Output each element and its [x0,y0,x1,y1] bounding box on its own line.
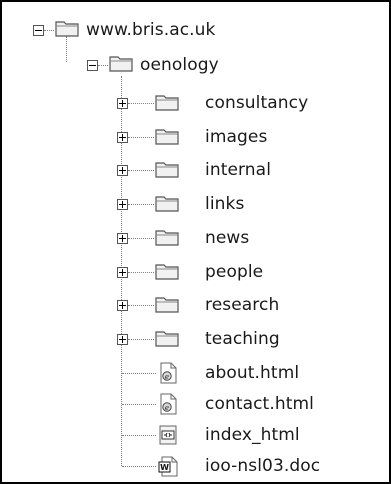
tree-connector-line [128,339,154,340]
tree-item-images-label[interactable]: images [205,124,267,150]
folder-icon [109,56,133,72]
collapse-toggle-root[interactable] [33,25,44,36]
tree-connector-line [44,30,54,31]
word-document-icon: W [158,456,178,477]
folder-icon [155,230,179,246]
folder-icon [155,331,179,347]
collapse-toggle-oenology[interactable] [87,60,98,71]
svg-text:e: e [165,404,169,412]
folder-icon [155,264,179,280]
expand-toggle-links[interactable] [117,199,128,210]
tree-item-news-label[interactable]: news [205,225,249,251]
file-index-html-label[interactable]: index_html [205,422,300,448]
folder-icon [155,162,179,178]
folder-icon [155,196,179,212]
expand-toggle-research[interactable] [117,300,128,311]
tree-item-teaching-label[interactable]: teaching [205,326,280,352]
tree-item-oenology-label[interactable]: oenology [140,52,219,78]
expand-toggle-internal[interactable] [117,165,128,176]
site-tree: www.bris.ac.uk oenology consultancy imag… [2,2,389,482]
tree-connector-line [122,404,156,405]
tree-connector-line [128,272,154,273]
file-about-html-label[interactable]: about.html [205,360,299,386]
file-ioo-nsl03-doc-label[interactable]: ioo-nsl03.doc [205,453,320,479]
tree-connector-line [128,137,154,138]
web-file-icon [159,425,177,445]
file-contact-html-label[interactable]: contact.html [205,391,314,417]
tree-connector-line [122,373,156,374]
tree-item-people-label[interactable]: people [205,259,263,285]
tree-connector-line [128,170,154,171]
folder-icon [155,297,179,313]
tree-item-internal-label[interactable]: internal [205,157,271,183]
tree-connector-line [122,435,156,436]
html-file-icon: e [160,362,177,384]
tree-connector-line [128,305,154,306]
tree-item-root-label[interactable]: www.bris.ac.uk [86,17,216,43]
folder-icon [55,21,79,37]
tree-connector-line [128,204,154,205]
tree-connector-line [128,103,154,104]
svg-text:e: e [165,373,169,381]
tree-item-consultancy-label[interactable]: consultancy [205,90,308,116]
folder-icon [155,129,179,145]
svg-text:W: W [160,463,169,472]
tree-connector-line [128,238,154,239]
folder-icon [155,95,179,111]
tree-item-research-label[interactable]: research [205,292,279,318]
expand-toggle-teaching[interactable] [117,334,128,345]
html-file-icon: e [160,393,177,415]
expand-toggle-images[interactable] [117,132,128,143]
tree-connector-line [66,36,67,62]
expand-toggle-consultancy[interactable] [117,98,128,109]
tree-item-links-label[interactable]: links [205,191,244,217]
expand-toggle-people[interactable] [117,267,128,278]
tree-view-panel: www.bris.ac.uk oenology consultancy imag… [0,0,391,484]
tree-connector-line [98,65,108,66]
expand-toggle-news[interactable] [117,233,128,244]
tree-connector-line [122,466,156,467]
